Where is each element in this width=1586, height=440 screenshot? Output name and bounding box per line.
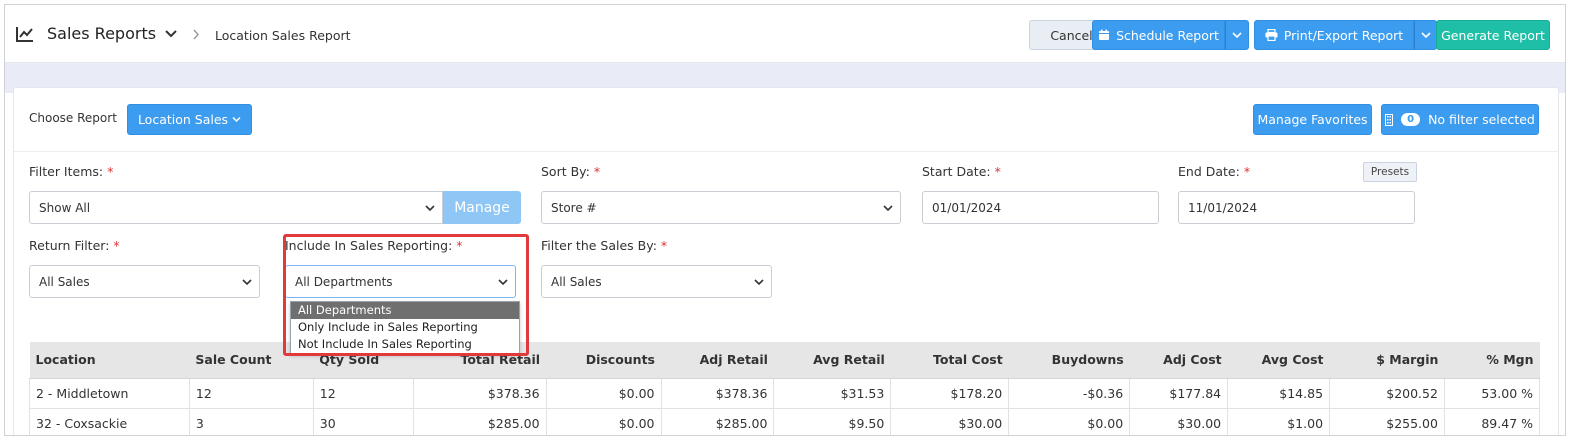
chevron-down-icon — [425, 205, 435, 212]
table-cell: 32 - Coxsackie — [29, 407, 190, 435]
schedule-report-label: Schedule Report — [1116, 27, 1219, 43]
column-header[interactable]: Location — [29, 342, 190, 379]
start-date-value: 01/01/2024 — [932, 200, 1002, 215]
table-cell: -$0.36 — [1008, 377, 1131, 409]
filter-status-label: No filter selected — [1428, 112, 1535, 127]
table-cell: 3 — [188, 407, 314, 435]
table-cell: $285.00 — [412, 407, 547, 435]
presets-button[interactable]: Presets — [1363, 162, 1417, 182]
start-date-input[interactable]: 01/01/2024 — [922, 191, 1159, 224]
breadcrumb-current: Location Sales Report — [215, 28, 351, 43]
filter-count-badge: 0 — [1401, 113, 1421, 126]
table-row[interactable]: 32 - Coxsackie 3 30 $285.00 $0.00 $285.0… — [29, 407, 1541, 435]
print-export-label: Print/Export Report — [1283, 27, 1404, 43]
column-header[interactable]: Buydowns — [1008, 342, 1130, 379]
column-header[interactable]: % Mgn — [1444, 342, 1540, 379]
presets-button-label: Presets — [1370, 166, 1410, 178]
table-cell: $30.00 — [1129, 407, 1229, 435]
table-cell: 89.47 % — [1443, 407, 1541, 435]
column-header[interactable]: Avg Cost — [1227, 342, 1330, 379]
app-window: Sales Reports Location Sales Report Canc… — [4, 4, 1566, 436]
column-header[interactable]: Avg Retail — [773, 342, 891, 379]
choose-report-label: Choose Report — [29, 111, 117, 125]
return-filter-value: All Sales — [39, 274, 90, 289]
manage-favorites-label: Manage Favorites — [1257, 112, 1368, 127]
column-header[interactable]: Discounts — [546, 342, 661, 379]
sort-by-select[interactable]: Store # — [541, 191, 901, 224]
manage-favorites-button[interactable]: Manage Favorites — [1253, 104, 1372, 135]
calendar-icon — [1099, 29, 1110, 40]
chevron-down-icon — [1232, 32, 1242, 39]
line-chart-icon — [16, 27, 33, 42]
table-cell: 53.00 % — [1443, 377, 1541, 409]
table-cell: $30.00 — [890, 407, 1010, 435]
table-row[interactable]: 2 - Middletown 12 12 $378.36 $0.00 $378.… — [29, 377, 1541, 409]
end-date-input[interactable]: 11/01/2024 — [1178, 191, 1415, 224]
page-title: Sales Reports — [47, 24, 157, 43]
report-selector-label: Location Sales — [137, 112, 229, 127]
filter-sales-by-label: Filter the Sales By: * — [541, 238, 668, 253]
filter-items-select[interactable]: Show All — [29, 191, 443, 224]
building-icon — [1385, 113, 1394, 126]
filter-items-label: Filter Items: * — [29, 164, 114, 179]
column-header[interactable]: Total Cost — [890, 342, 1009, 379]
table-cell: $378.36 — [660, 377, 775, 409]
generate-report-button[interactable]: Generate Report — [1436, 20, 1550, 50]
chevron-right-icon — [193, 29, 199, 40]
header-bar: Sales Reports Location Sales Report Canc… — [5, 5, 1565, 63]
cancel-button-label: Cancel — [1050, 27, 1093, 43]
filter-sales-by-value: All Sales — [551, 274, 602, 289]
table-cell: 12 — [188, 377, 314, 409]
table-cell: 2 - Middletown — [29, 377, 190, 409]
table-cell: $255.00 — [1329, 407, 1445, 435]
filter-items-value: Show All — [39, 200, 91, 215]
table-cell: $31.53 — [773, 377, 892, 409]
filter-sales-by-select[interactable]: All Sales — [541, 265, 772, 298]
filter-status-button[interactable]: 0 No filter selected — [1381, 104, 1539, 135]
schedule-report-dropdown[interactable] — [1225, 20, 1249, 50]
table-cell: 12 — [312, 377, 414, 409]
table-cell: 30 — [312, 407, 414, 435]
table-cell: $9.50 — [773, 407, 892, 435]
table-header-row: Location Sale Count Qty Sold Total Retai… — [29, 342, 1540, 379]
end-date-label: End Date: * — [1178, 164, 1251, 179]
manage-button[interactable]: Manage — [443, 191, 521, 224]
table-cell: $177.84 — [1129, 377, 1229, 409]
highlight-box — [283, 234, 529, 356]
divider — [14, 151, 1558, 152]
report-panel: Choose Report Location Sales Manage Favo… — [13, 87, 1559, 435]
report-selector-button[interactable]: Location Sales — [127, 104, 252, 135]
table-cell: $0.00 — [1008, 407, 1131, 435]
column-header[interactable]: $ Margin — [1329, 342, 1445, 379]
chevron-down-icon — [1420, 32, 1431, 39]
column-header[interactable]: Adj Cost — [1129, 342, 1228, 379]
sales-table: Location Sale Count Qty Sold Total Retai… — [29, 342, 1541, 435]
table-cell: $378.36 — [412, 377, 547, 409]
sort-by-label: Sort By: * — [541, 164, 601, 179]
column-header[interactable]: Adj Retail — [661, 342, 774, 379]
end-date-value: 11/01/2024 — [1188, 200, 1258, 215]
return-filter-select[interactable]: All Sales — [29, 265, 260, 298]
table-cell: $14.85 — [1227, 377, 1331, 409]
chevron-down-icon — [242, 279, 252, 286]
chevron-down-icon — [754, 279, 764, 286]
printer-icon — [1265, 29, 1278, 41]
start-date-label: Start Date: * — [922, 164, 1001, 179]
table-cell: $178.20 — [890, 377, 1010, 409]
table-cell: $0.00 — [545, 377, 662, 409]
return-filter-label: Return Filter: * — [29, 238, 120, 253]
chevron-down-icon[interactable] — [165, 29, 177, 39]
table-cell: $0.00 — [545, 407, 662, 435]
sort-by-value: Store # — [551, 200, 597, 215]
table-cell: $200.52 — [1329, 377, 1445, 409]
table-cell: $285.00 — [660, 407, 775, 435]
chevron-down-icon — [883, 205, 893, 212]
manage-button-label: Manage — [454, 199, 510, 216]
print-export-button[interactable]: Print/Export Report — [1254, 20, 1414, 50]
schedule-report-button[interactable]: Schedule Report — [1092, 20, 1225, 50]
chevron-down-icon — [232, 116, 241, 123]
print-export-dropdown[interactable] — [1414, 20, 1437, 50]
table-cell: $1.00 — [1227, 407, 1331, 435]
generate-report-label: Generate Report — [1441, 27, 1545, 43]
